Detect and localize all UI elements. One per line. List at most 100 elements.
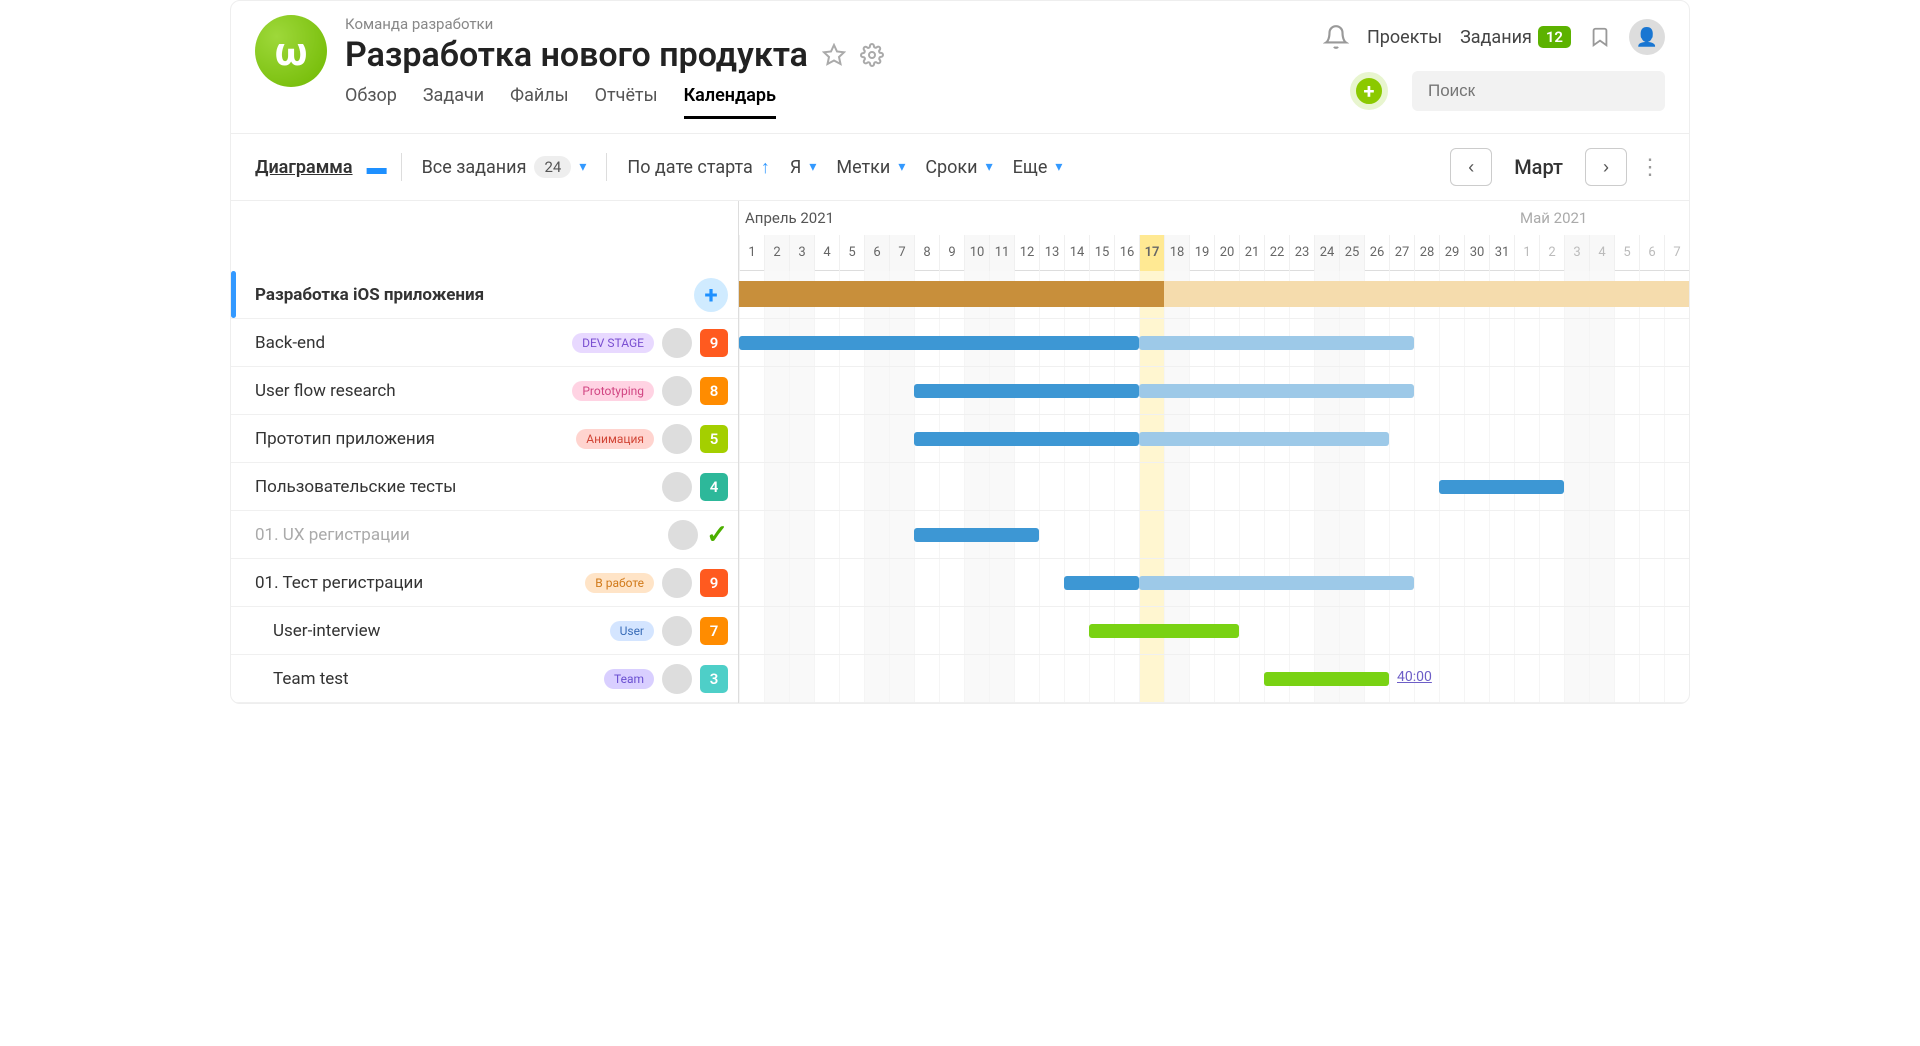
day-cell: 26 [1364, 235, 1389, 271]
breadcrumb[interactable]: Команда разработки [345, 15, 1323, 33]
day-cell: 15 [1089, 235, 1114, 271]
day-cell: 7 [1664, 235, 1689, 271]
task-bar-planned[interactable] [1139, 576, 1414, 590]
priority-badge: 4 [700, 473, 728, 501]
task-bar[interactable] [739, 336, 1139, 350]
assignee-avatar[interactable] [662, 472, 692, 502]
gear-icon[interactable] [860, 43, 884, 67]
more-options-icon[interactable]: ⋮ [1635, 155, 1665, 180]
chevron-down-icon: ▾ [898, 159, 905, 175]
assignee-avatar[interactable] [662, 328, 692, 358]
day-cell: 28 [1414, 235, 1439, 271]
filter-me[interactable]: Я ▾ [784, 153, 823, 182]
view-mode-link[interactable]: Диаграмма [255, 157, 353, 178]
filter-tags[interactable]: Метки ▾ [830, 153, 911, 182]
filter-all-tasks[interactable]: Все задания 24 ▾ [416, 152, 593, 182]
day-cell: 17 [1139, 235, 1164, 271]
filter-count-badge: 24 [534, 156, 571, 178]
task-row[interactable]: 01. Тест регистрацииВ работе9 [231, 559, 738, 607]
tab-календарь[interactable]: Календарь [684, 85, 776, 119]
day-cell: 21 [1239, 235, 1264, 271]
day-cell: 8 [914, 235, 939, 271]
separator [606, 153, 607, 181]
task-bar[interactable] [914, 384, 1139, 398]
sort-by-date[interactable]: По дате старта ↑ [621, 153, 776, 182]
group-bar-progress [739, 281, 1164, 307]
day-cell: 11 [989, 235, 1014, 271]
task-name: User-interview [255, 621, 602, 641]
task-row[interactable]: Back-endDEV STAGE9 [231, 319, 738, 367]
bell-icon[interactable] [1323, 24, 1349, 50]
day-cell: 1 [1514, 235, 1539, 271]
project-logo[interactable]: ω [255, 15, 327, 87]
filter-all-label: Все задания [422, 157, 527, 178]
task-row[interactable]: User flow researchPrototyping8 [231, 367, 738, 415]
gantt-timeline[interactable]: Апрель 2021 Май 2021 1234567891011121314… [739, 201, 1689, 703]
search-input[interactable] [1412, 71, 1665, 111]
day-cell: 18 [1164, 235, 1189, 271]
day-cell: 5 [839, 235, 864, 271]
next-month-button[interactable]: › [1585, 148, 1627, 186]
timeline-month-row: Апрель 2021 Май 2021 [739, 201, 1689, 235]
tab-обзор[interactable]: Обзор [345, 85, 397, 119]
task-bar-planned[interactable] [1139, 336, 1414, 350]
day-cell: 4 [814, 235, 839, 271]
day-cell: 4 [1589, 235, 1614, 271]
assignee-avatar[interactable] [662, 376, 692, 406]
task-name: 01. Тест регистрации [255, 573, 577, 593]
task-row[interactable]: Team testTeam3 [231, 655, 738, 703]
task-bar[interactable] [914, 528, 1039, 542]
star-icon[interactable] [822, 43, 846, 67]
task-bar[interactable] [1089, 624, 1239, 638]
task-name: 01. UX регистрации [255, 525, 660, 545]
task-bar[interactable] [1264, 672, 1389, 686]
add-task-button[interactable]: + [694, 278, 728, 312]
gantt-task-list: Разработка iOS приложения + Back-endDEV … [231, 201, 739, 703]
assignee-avatar[interactable] [662, 424, 692, 454]
day-cell: 3 [1564, 235, 1589, 271]
day-cell: 5 [1614, 235, 1639, 271]
day-cell: 30 [1464, 235, 1489, 271]
day-cell: 3 [789, 235, 814, 271]
tab-отчёты[interactable]: Отчёты [595, 85, 658, 119]
task-row[interactable]: Пользовательские тесты4 [231, 463, 738, 511]
timeline-header: Апрель 2021 Май 2021 1234567891011121314… [739, 201, 1689, 271]
filter-dates[interactable]: Сроки ▾ [919, 153, 998, 182]
day-cell: 9 [939, 235, 964, 271]
day-cell: 12 [1014, 235, 1039, 271]
nav-projects[interactable]: Проекты [1367, 27, 1442, 48]
nav-tasks-label: Задания [1460, 27, 1532, 48]
day-cell: 2 [1539, 235, 1564, 271]
gantt-icon[interactable]: ▬ [367, 155, 387, 180]
tab-задачи[interactable]: Задачи [423, 85, 484, 119]
check-icon: ✓ [706, 520, 728, 550]
bookmark-icon[interactable] [1589, 23, 1611, 51]
task-bar[interactable] [1064, 576, 1139, 590]
prev-month-button[interactable]: ‹ [1450, 148, 1492, 186]
priority-badge: 9 [700, 569, 728, 597]
assignee-avatar[interactable] [662, 664, 692, 694]
task-bar-planned[interactable] [1139, 384, 1414, 398]
task-group-row[interactable]: Разработка iOS приложения + [231, 271, 738, 319]
assignee-avatar[interactable] [662, 568, 692, 598]
task-bar[interactable] [1439, 480, 1564, 494]
day-cell: 14 [1064, 235, 1089, 271]
user-avatar[interactable]: 👤 [1629, 19, 1665, 55]
task-name: Back-end [255, 333, 564, 353]
task-bar[interactable] [914, 432, 1139, 446]
add-button[interactable]: + [1350, 72, 1388, 110]
tab-файлы[interactable]: Файлы [510, 85, 568, 119]
assignee-avatar[interactable] [662, 616, 692, 646]
task-bar-planned[interactable] [1139, 432, 1389, 446]
separator [401, 153, 402, 181]
nav-tasks-group[interactable]: Задания 12 [1460, 26, 1571, 48]
timeline-days-row: 1234567891011121314151617181920212223242… [739, 235, 1689, 271]
task-row[interactable]: 01. UX регистрации ✓ [231, 511, 738, 559]
assignee-avatar[interactable] [668, 520, 698, 550]
duration-label[interactable]: 40:00 [1397, 669, 1432, 685]
task-row[interactable]: Прототип приложенияАнимация5 [231, 415, 738, 463]
task-bar-row [739, 367, 1689, 415]
filter-more[interactable]: Еще ▾ [1007, 153, 1069, 182]
task-row[interactable]: User-interviewUser7 [231, 607, 738, 655]
day-cell: 29 [1439, 235, 1464, 271]
